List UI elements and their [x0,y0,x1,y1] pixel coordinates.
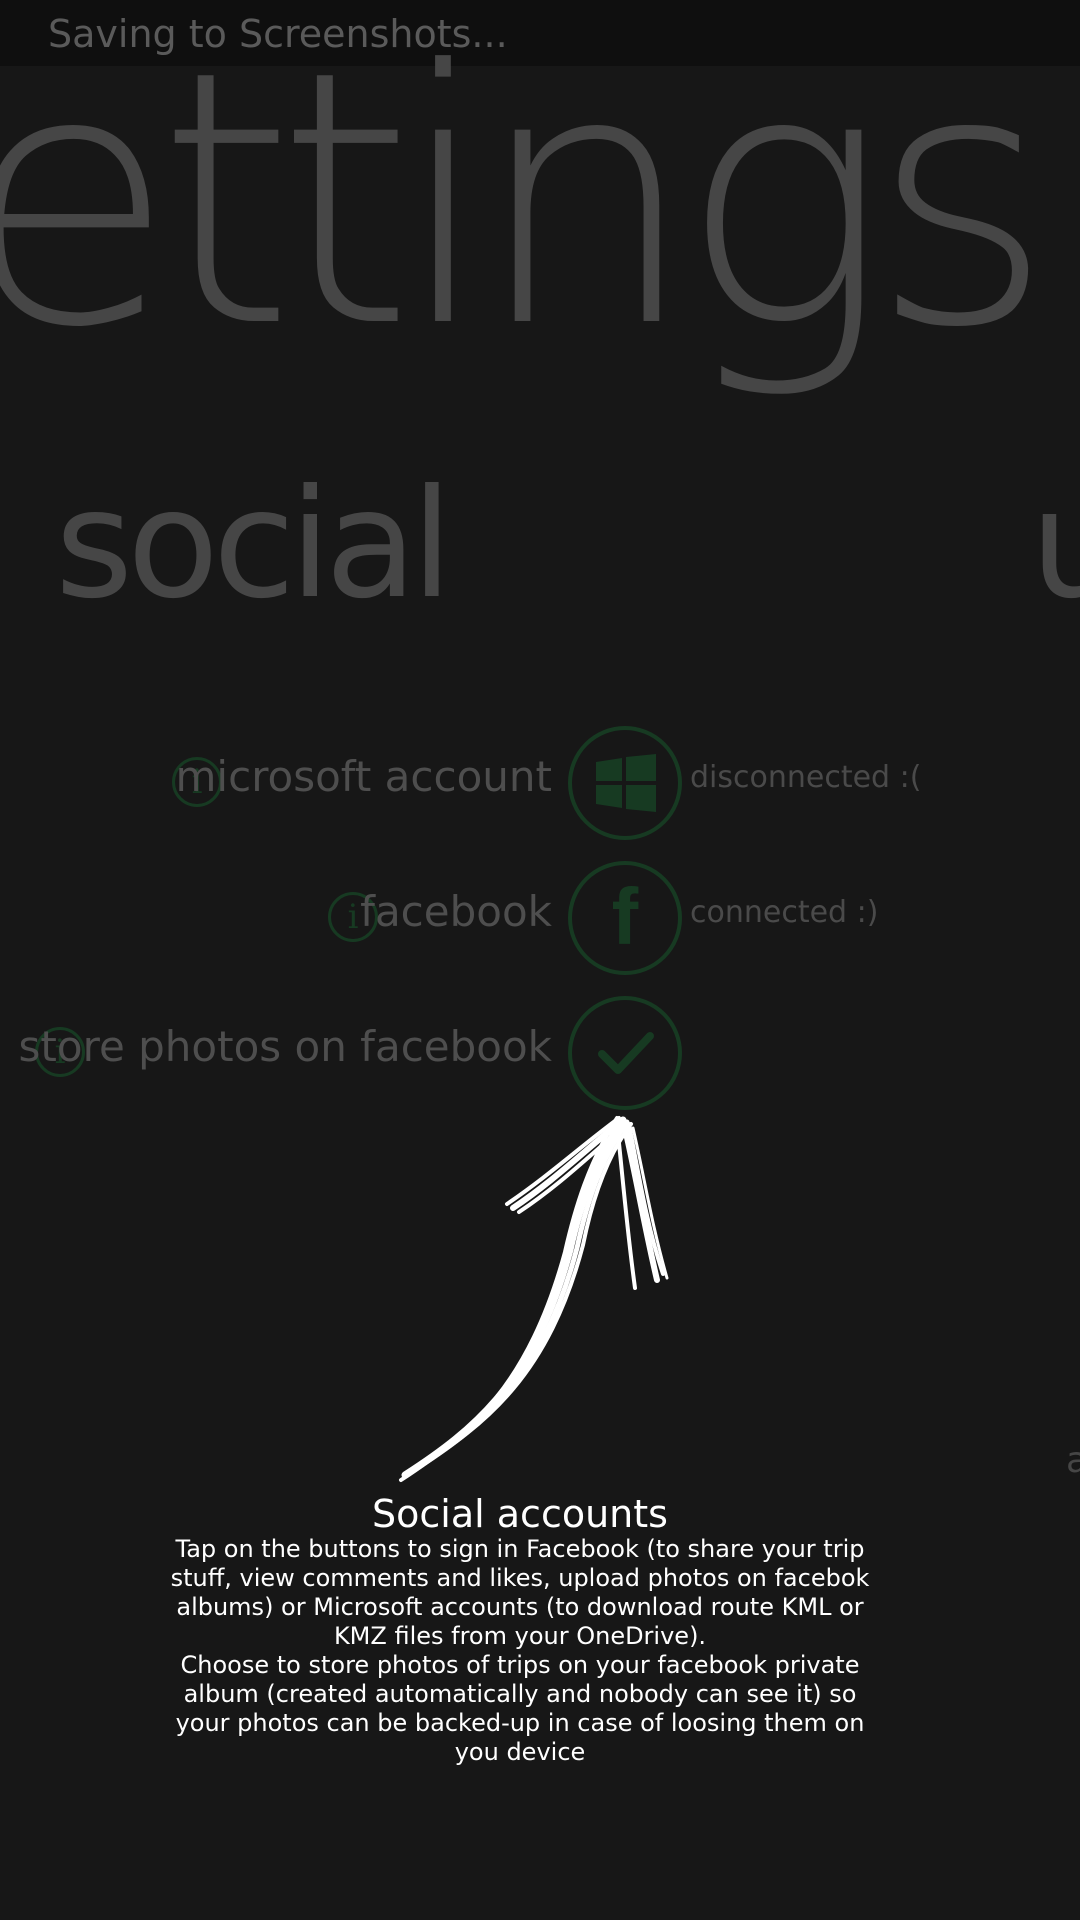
settings-screen: Saving to Screenshots... ettings social … [0,0,1080,1920]
microsoft-account-label: microsoft account [175,752,552,801]
page-title: ettings [0,0,1053,404]
pivot-header-social[interactable]: social [55,455,453,635]
pivot-header-next[interactable]: u [1030,455,1080,635]
help-paragraph-2: Choose to store photos of trips on your … [175,1651,865,1766]
facebook-label: facebook [360,887,552,936]
facebook-logo-icon: f [611,872,639,961]
store-photos-label: store photos on facebook [18,1022,552,1071]
store-photos-toggle[interactable] [568,996,682,1110]
help-body: Tap on the buttons to sign in Facebook (… [160,1535,880,1767]
windows-logo-icon [596,754,656,812]
facebook-row: i facebook f connected :) [0,861,1080,975]
next-pivot-item-letter: a [1066,1440,1080,1481]
facebook-status: connected :) [690,895,879,930]
checkmark-icon [598,1032,654,1074]
help-paragraph-1: Tap on the buttons to sign in Facebook (… [170,1535,870,1650]
help-title: Social accounts [372,1492,668,1536]
facebook-button[interactable]: f [568,861,682,975]
microsoft-account-status: disconnected :( [690,760,922,795]
store-photos-row: i store photos on facebook [0,996,1080,1110]
microsoft-account-row: i microsoft account disconnected :( [0,726,1080,840]
microsoft-account-button[interactable] [568,726,682,840]
hint-arrow-icon [399,1116,669,1482]
